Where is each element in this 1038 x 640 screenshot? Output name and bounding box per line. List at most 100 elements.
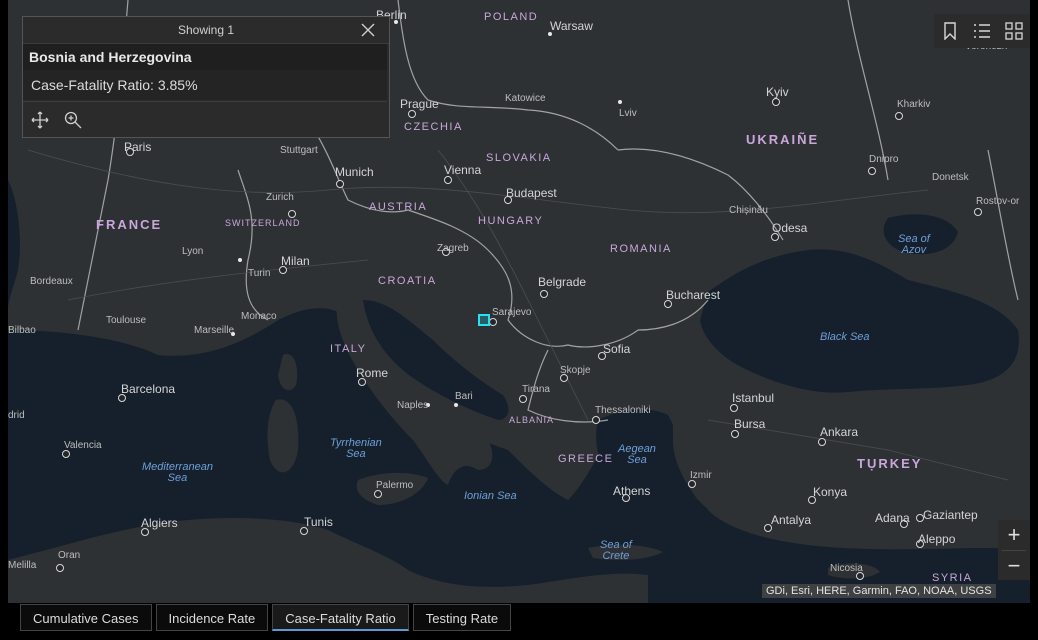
tab-incidence-rate[interactable]: Incidence Rate xyxy=(155,604,269,631)
city-label-valencia: Valencia xyxy=(64,440,102,451)
city-dot xyxy=(974,208,982,216)
map-attribution[interactable]: GDi, Esri, HERE, Garmin, FAO, NOAA, USGS xyxy=(762,584,996,598)
city-label-palermo: Palermo xyxy=(376,480,414,491)
city-label-nicosia: Nicosia xyxy=(830,563,863,574)
city-label-vienna: Vienna xyxy=(444,163,482,177)
city-label-barcelona: Barcelona xyxy=(121,382,176,396)
city-label-istanbul: Istanbul xyxy=(732,391,775,405)
city-label-bursa: Bursa xyxy=(734,417,766,431)
city-label-bordeaux: Bordeaux xyxy=(30,276,73,287)
city-label-thessaloniki: Thessaloniki xyxy=(595,405,651,416)
city-label-katowice: Katowice xyxy=(505,93,546,104)
zoom-out-button[interactable]: − xyxy=(998,551,1030,581)
city-label-bucharest: Bucharest xyxy=(666,288,721,302)
city-dot xyxy=(730,404,738,412)
city-dot xyxy=(519,395,527,403)
city-dot xyxy=(62,450,70,458)
city-label-naples: Naples xyxy=(397,400,429,411)
tab-testing-rate[interactable]: Testing Rate xyxy=(412,604,512,631)
city-dot xyxy=(618,100,622,104)
city-label-toulouse: Toulouse xyxy=(106,315,147,326)
zoom-to-icon[interactable] xyxy=(63,110,83,130)
city-label-turin: Turin xyxy=(248,268,271,279)
country-label-greece: GREECE xyxy=(558,453,614,465)
country-label-ukraine: UKRAIÑE xyxy=(746,132,820,147)
country-label-croatia: CROATIA xyxy=(378,275,437,287)
pan-to-icon[interactable] xyxy=(30,110,50,130)
city-label-zagreb: Zagreb xyxy=(437,243,469,254)
city-dot xyxy=(868,167,876,175)
city-label-bari: Bari xyxy=(455,391,473,402)
city-label-odesa: Odesa xyxy=(772,221,808,235)
city-label-marseille: Marseille xyxy=(194,325,235,336)
city-label-gaziantep: Gaziantep xyxy=(923,508,978,522)
city-label-belgrade: Belgrade xyxy=(538,275,587,289)
city-dot xyxy=(454,403,458,407)
city-label-ankara: Ankara xyxy=(820,425,859,439)
city-dot xyxy=(238,258,242,262)
city-label-zurich: Zurich xyxy=(266,192,294,203)
tab-case-fatality-ratio[interactable]: Case-Fatality Ratio xyxy=(272,604,409,631)
city-label-melilla: Melilla xyxy=(8,560,37,571)
close-icon[interactable] xyxy=(359,21,377,39)
sea-label-crete: Sea of Crete xyxy=(600,539,632,562)
city-label-aleppo: Aleppo xyxy=(918,532,956,546)
country-label-italy: ITALY xyxy=(330,343,367,355)
city-label-rostov: Rostov-or xyxy=(976,196,1020,207)
city-label-antalya: Antalya xyxy=(771,513,812,527)
country-label-austria: AUSTRIA xyxy=(369,201,428,213)
country-label-turkey: TỤRKEY xyxy=(857,456,923,471)
city-label-paris: Paris xyxy=(124,140,152,154)
city-label-tirana: Tirana xyxy=(522,384,550,395)
popup-field: Case-Fatality Ratio: 3.85% xyxy=(23,70,387,100)
city-dot xyxy=(731,430,739,438)
popup-header: Showing 1 xyxy=(23,17,389,44)
city-label-adana: Adana xyxy=(875,511,910,525)
city-label-kharkiv: Kharkiv xyxy=(897,99,931,110)
country-label-romania: ROMANIA xyxy=(610,243,672,255)
city-label-madrid: drid xyxy=(8,410,25,421)
city-label-budapest: Budapest xyxy=(506,186,557,200)
basemap-gallery-button[interactable] xyxy=(998,14,1030,48)
country-label-syria: SYRIA xyxy=(932,572,973,584)
popup-count-label: Showing 1 xyxy=(177,23,235,37)
city-dot xyxy=(489,318,497,326)
city-label-oran: Oran xyxy=(58,550,81,561)
city-dot xyxy=(444,176,452,184)
city-dot xyxy=(56,564,64,572)
city-label-lviv: Lviv xyxy=(619,108,637,119)
city-label-skopje: Skopje xyxy=(560,365,591,376)
city-label-milan: Milan xyxy=(281,254,310,268)
city-label-prague: Prague xyxy=(400,97,439,111)
zoom-in-button[interactable]: + xyxy=(998,520,1030,550)
sea-label-ionian: Ionian Sea xyxy=(464,490,517,502)
city-label-sofia: Sofia xyxy=(603,342,631,356)
city-label-lyon: Lyon xyxy=(182,246,204,257)
widget-toolbar xyxy=(934,14,1030,48)
country-label-hungary: HUNGARY xyxy=(478,215,544,227)
city-dot xyxy=(772,98,780,106)
city-label-bilbao: Bilbao xyxy=(8,325,36,336)
city-label-chisinau: Chișinău xyxy=(729,205,768,216)
sea-label-aegean: Aegean Sea xyxy=(618,443,656,466)
city-dot xyxy=(592,416,600,424)
selected-feature-highlight xyxy=(478,314,490,326)
country-label-france: FRANCE xyxy=(96,217,163,232)
map-view[interactable]: POLAND CZECHIA SLOVAKIA UKRAIÑE AUSTRIA … xyxy=(8,0,1030,603)
bookmarks-button[interactable] xyxy=(934,14,966,48)
zoom-control: + − xyxy=(998,520,1030,580)
city-label-rome: Rome xyxy=(356,366,389,380)
popup-title: Bosnia and Herzegovina xyxy=(23,44,387,70)
bookmark-icon xyxy=(944,22,956,40)
city-dot xyxy=(374,490,382,498)
tab-cumulative-cases[interactable]: Cumulative Cases xyxy=(20,604,152,631)
legend-button[interactable] xyxy=(966,14,998,48)
country-label-switzerland: SWITZERLAND xyxy=(225,218,301,228)
city-dot xyxy=(688,480,696,488)
city-label-donetsk: Donetsk xyxy=(932,172,969,183)
sea-label-tyrrhenian: Tyrrhenian Sea xyxy=(330,437,382,460)
sea-label-mediterranean: Mediterranean Sea xyxy=(142,461,213,484)
country-label-poland: POLAND xyxy=(484,11,539,23)
legend-list-icon xyxy=(974,24,990,38)
city-dot xyxy=(895,112,903,120)
